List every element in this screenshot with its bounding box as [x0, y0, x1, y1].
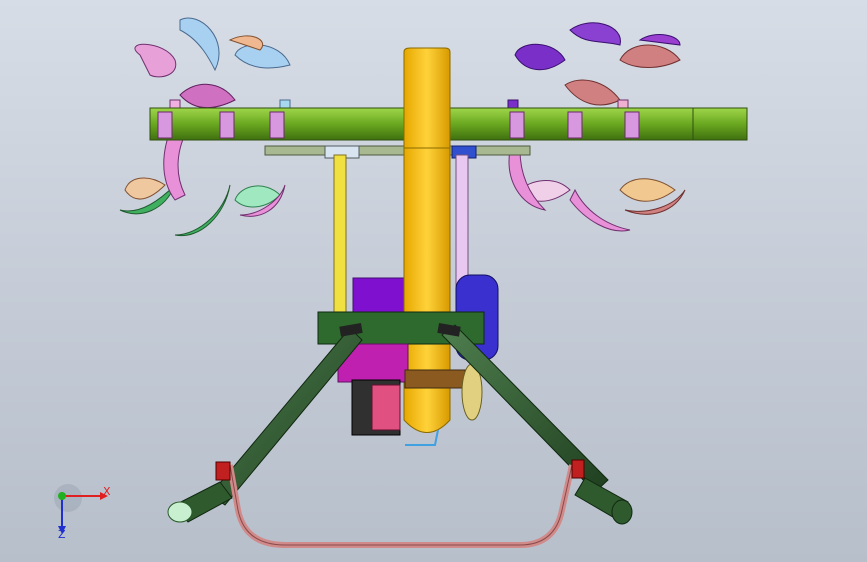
- cad-viewport[interactable]: X Z: [0, 0, 867, 562]
- axis-x-label: X: [103, 485, 111, 498]
- left-grip: [167, 481, 233, 523]
- left-strut: [333, 154, 347, 316]
- axis-z-label: Z: [58, 528, 66, 541]
- drive-gear: [351, 379, 401, 436]
- lower-u-bar: [227, 464, 575, 548]
- tiller-model[interactable]: [0, 0, 867, 562]
- cross-bar: [264, 145, 531, 156]
- right-grip: [574, 477, 633, 525]
- y-axis-dot: [58, 492, 66, 500]
